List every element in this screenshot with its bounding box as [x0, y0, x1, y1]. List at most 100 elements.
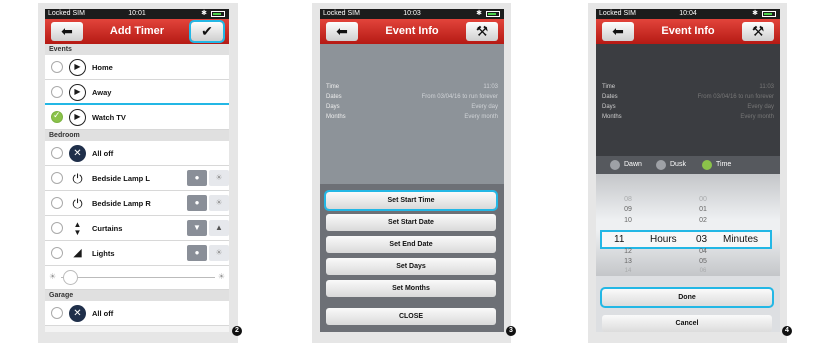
- lamp-off-button[interactable]: ●: [187, 195, 207, 211]
- play-circle-icon: ▶: [69, 84, 86, 101]
- event-info-time-picker-screen: Locked SIM 10:04 ✱ ⬅ Event Info ⚒ Time 1…: [596, 9, 780, 332]
- lights-off-button[interactable]: ●: [187, 245, 207, 261]
- event-row-watch-tv[interactable]: ▶ Watch TV: [45, 103, 229, 132]
- set-start-time-button[interactable]: Set Start Time: [324, 190, 498, 211]
- dimmer-ramp-icon: ◢: [73, 247, 82, 259]
- slider-knob[interactable]: [63, 270, 78, 285]
- event-info-panel: Time 11:03 Dates From 03/04/16 to run fo…: [320, 44, 504, 184]
- tools-icon: ⚒: [475, 23, 489, 39]
- info-key: Months: [602, 114, 622, 120]
- event-row-home[interactable]: ▶ Home: [45, 55, 229, 80]
- event-row-away[interactable]: ▶ Away: [45, 80, 229, 105]
- close-button[interactable]: CLOSE: [326, 308, 496, 325]
- step-marker-3: 3: [506, 326, 516, 336]
- checkmark-icon: ✔: [201, 23, 213, 39]
- close-circle-icon: ✕: [69, 305, 86, 322]
- settings-button[interactable]: ⚒: [466, 22, 498, 41]
- device-label: Bedside Lamp R: [92, 199, 151, 208]
- set-days-button[interactable]: Set Days: [326, 258, 496, 275]
- hour-option[interactable]: 12: [616, 248, 640, 255]
- lamp-on-button[interactable]: ☀: [209, 195, 229, 211]
- mode-label: Time: [716, 161, 732, 168]
- battery-icon: [486, 11, 500, 17]
- device-label: Curtains: [92, 224, 123, 233]
- mode-option-dusk[interactable]: Dusk: [656, 159, 686, 171]
- minute-option[interactable]: 02: [691, 217, 715, 224]
- info-value: Every month: [464, 114, 498, 120]
- hours-unit-label: Hours: [650, 234, 677, 245]
- sun-large-icon: ☀: [217, 272, 225, 281]
- set-start-date-button[interactable]: Set Start Date: [326, 214, 496, 231]
- close-circle-icon: ✕: [69, 145, 86, 162]
- info-value: Every day: [747, 104, 774, 110]
- radio-button[interactable]: [51, 307, 63, 319]
- info-value: Every month: [740, 114, 774, 120]
- radio-button[interactable]: [51, 172, 63, 184]
- mode-option-dawn[interactable]: Dawn: [610, 159, 642, 171]
- power-icon: ⏻: [72, 196, 83, 211]
- minute-option[interactable]: 00: [691, 196, 715, 203]
- set-months-button[interactable]: Set Months: [326, 280, 496, 297]
- device-row-bedside-lamp-r[interactable]: ⏻ Bedside Lamp R ● ☀: [45, 191, 229, 216]
- hour-option[interactable]: 13: [616, 258, 640, 265]
- device-row-bedside-lamp-l[interactable]: ⏻ Bedside Lamp L ● ☀: [45, 166, 229, 191]
- curtains-open-button[interactable]: ▲: [209, 220, 229, 236]
- device-row-garage-all-off[interactable]: ✕ All off: [45, 301, 229, 326]
- curtains-close-button[interactable]: ▼: [187, 220, 207, 236]
- event-info-screen: Locked SIM 10:03 ✱ ⬅ Event Info ⚒ Time 1…: [320, 9, 504, 332]
- device-row-all-off[interactable]: ✕ All off: [45, 141, 229, 166]
- sun-small-icon: ☀: [49, 272, 57, 281]
- power-icon: ⏻: [72, 171, 83, 186]
- minute-option[interactable]: 06: [691, 268, 715, 274]
- mode-option-time[interactable]: Time: [702, 159, 731, 171]
- radio-button-selected[interactable]: [51, 110, 63, 123]
- hour-option[interactable]: 14: [616, 268, 640, 274]
- status-bar: Locked SIM 10:04 ✱: [596, 9, 780, 19]
- radio-button-selected: [702, 160, 712, 170]
- info-key: Time: [602, 84, 616, 90]
- mode-label: Dawn: [624, 161, 642, 168]
- info-key: Dates: [602, 94, 618, 100]
- radio-button: [610, 160, 620, 170]
- slider-track[interactable]: [61, 277, 215, 278]
- radio-button[interactable]: [51, 86, 63, 98]
- radio-button[interactable]: [51, 247, 63, 259]
- dimmer-slider[interactable]: ☀ ☀: [45, 266, 229, 290]
- done-button[interactable]: Done: [600, 287, 774, 308]
- play-circle-icon: ▶: [69, 109, 86, 126]
- device-row-curtains[interactable]: ▲ ▼ Curtains ▼ ▲: [45, 216, 229, 241]
- info-key: Time: [326, 84, 340, 90]
- bluetooth-icon: ✱: [201, 10, 207, 17]
- bluetooth-icon: ✱: [476, 10, 482, 17]
- radio-button[interactable]: [51, 197, 63, 209]
- lights-on-button[interactable]: ☀: [209, 245, 229, 261]
- lamp-on-button[interactable]: ☀: [209, 170, 229, 186]
- section-header-events: Events: [45, 44, 229, 55]
- settings-button[interactable]: ⚒: [742, 22, 774, 41]
- info-value: 11:03: [483, 84, 498, 90]
- mode-selector: Dawn Dusk Time: [596, 156, 780, 174]
- info-value: 11:03: [759, 84, 774, 90]
- minute-option[interactable]: 05: [691, 258, 715, 265]
- radio-button[interactable]: [51, 147, 63, 159]
- event-label: Home: [92, 63, 113, 72]
- action-sheet: Set Start Time Set Start Date Set End Da…: [320, 184, 504, 332]
- hour-option[interactable]: 08: [616, 196, 640, 203]
- minute-option[interactable]: 04: [691, 248, 715, 255]
- device-label: Lights: [92, 249, 115, 258]
- device-row-lights[interactable]: ◢ Lights ● ☀: [45, 241, 229, 266]
- title-bar: ⬅ Event Info ⚒: [596, 19, 780, 44]
- set-end-date-button[interactable]: Set End Date: [326, 236, 496, 253]
- hour-option[interactable]: 09: [616, 206, 640, 213]
- radio-button[interactable]: [51, 222, 63, 234]
- confirm-button[interactable]: ✔: [189, 20, 225, 43]
- radio-button[interactable]: [51, 61, 63, 73]
- minute-option[interactable]: 01: [691, 206, 715, 213]
- lamp-off-button[interactable]: ●: [187, 170, 207, 186]
- hour-option[interactable]: 10: [616, 217, 640, 224]
- cancel-button[interactable]: Cancel: [602, 315, 772, 332]
- time-picker[interactable]: 08 09 10 00 01 02 11 Hours 03 Minutes 12…: [596, 174, 780, 276]
- picker-selection-row[interactable]: 11 Hours 03 Minutes: [600, 230, 772, 249]
- minutes-unit-label: Minutes: [723, 234, 759, 245]
- title-bar: ⬅ Add Timer ✔: [45, 19, 229, 44]
